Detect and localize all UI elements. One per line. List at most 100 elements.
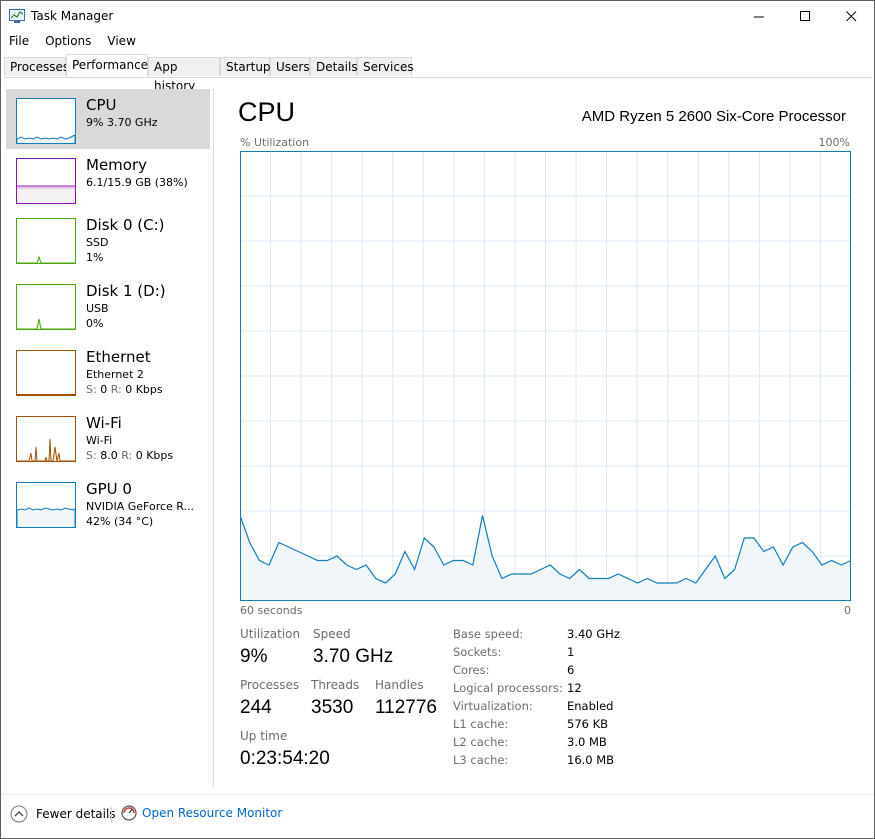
- sidebar-item-wifi[interactable]: Wi-Fi Wi-Fi S: 8.0 R: 0 Kbps: [6, 407, 210, 467]
- footer-divider: [1, 794, 874, 795]
- window-title: Task Manager: [31, 9, 114, 23]
- menu-file[interactable]: File: [1, 32, 37, 52]
- y-axis-label: % Utilization: [240, 136, 310, 149]
- sidebar-wifi-throughput: S: 8.0 R: 0 Kbps: [86, 449, 173, 462]
- minimize-icon: [753, 16, 764, 17]
- memory-thumbnail-graph: [16, 158, 76, 204]
- l3-cache-value: 16.0 MB: [567, 753, 615, 767]
- sidebar-ethernet-adapter: Ethernet 2: [86, 368, 144, 381]
- maximize-icon: [799, 10, 810, 21]
- speed-value: 3.70 GHz: [313, 646, 394, 667]
- maximize-button[interactable]: [782, 1, 828, 31]
- l1-cache-value: 576 KB: [567, 717, 609, 731]
- sidebar-gpu-usage: 42% (34 °C): [86, 515, 154, 528]
- sidebar-item-ethernet[interactable]: Ethernet Ethernet 2 S: 0 R: 0 Kbps: [6, 341, 210, 401]
- sidebar-item-cpu[interactable]: CPU 9% 3.70 GHz: [6, 89, 210, 149]
- virtualization-value: Enabled: [567, 699, 614, 713]
- wifi-receive-value: 0 Kbps: [135, 449, 174, 462]
- ethernet-receive-label: R:: [110, 383, 122, 396]
- threads-label: Threads: [311, 678, 360, 692]
- processor-name: AMD Ryzen 5 2600 Six-Core Processor: [581, 108, 846, 125]
- l1-cache-label: L1 cache:: [453, 717, 509, 731]
- sidebar-wifi-adapter: Wi-Fi: [86, 434, 113, 447]
- base-speed-label: Base speed:: [453, 627, 524, 641]
- sidebar-disk-0-usage: 1%: [86, 251, 104, 264]
- graph-grid: [240, 151, 851, 601]
- wifi-receive-label: R:: [121, 449, 133, 462]
- cores-value: 6: [567, 663, 575, 677]
- sidebar-disk-0-type: SSD: [86, 236, 109, 249]
- logical-processors-value: 12: [567, 681, 582, 695]
- sidebar-disk-1-usage: 0%: [86, 317, 104, 330]
- virtualization-label: Virtualization:: [453, 699, 533, 713]
- tab-details[interactable]: Details: [310, 57, 358, 76]
- sidebar-cpu-title: CPU: [86, 96, 117, 114]
- resource-monitor-icon: [121, 805, 137, 821]
- tab-app-history[interactable]: App history: [148, 57, 220, 93]
- chevron-up-icon: [10, 805, 28, 823]
- minimize-button[interactable]: [736, 1, 782, 31]
- base-speed-value: 3.40 GHz: [567, 627, 620, 641]
- utilization-label: Utilization: [240, 627, 301, 641]
- sidebar-disk-0-title: Disk 0 (C:): [86, 216, 165, 234]
- close-button[interactable]: [828, 1, 874, 31]
- handles-value: 112776: [375, 697, 437, 718]
- sidebar-gpu-title: GPU 0: [86, 480, 132, 498]
- threads-value: 3530: [311, 697, 354, 718]
- ethernet-receive-value: 0 Kbps: [125, 383, 163, 396]
- logical-processors-label: Logical processors:: [453, 681, 563, 695]
- sidebar-item-gpu-0[interactable]: GPU 0 NVIDIA GeForce R... 42% (34 °C): [6, 473, 210, 533]
- cores-label: Cores:: [453, 663, 490, 677]
- title-bar: Task Manager: [1, 1, 874, 31]
- sidebar-gpu-model: NVIDIA GeForce R...: [86, 500, 195, 513]
- ethernet-send-value: 0: [100, 383, 108, 396]
- disk-0-thumbnail-graph: [16, 218, 76, 264]
- uptime-label: Up time: [240, 729, 288, 743]
- tab-users[interactable]: Users: [270, 57, 310, 76]
- sidebar-disk-1-title: Disk 1 (D:): [86, 282, 166, 300]
- sidebar-memory-detail: 6.1/15.9 GB (38%): [86, 176, 188, 189]
- tab-processes[interactable]: Processes: [4, 57, 69, 76]
- utilization-value: 9%: [240, 646, 268, 667]
- ethernet-thumbnail-graph: [16, 350, 76, 396]
- ethernet-send-label: S:: [86, 383, 97, 396]
- cpu-utilization-graph: [240, 151, 851, 601]
- y-axis-max-label: 100%: [818, 136, 850, 149]
- open-resource-monitor-link[interactable]: Open Resource Monitor: [121, 805, 282, 821]
- tab-performance[interactable]: Performance: [66, 54, 148, 77]
- wifi-send-value: 8.0: [100, 449, 118, 462]
- sidebar-ethernet-title: Ethernet: [86, 348, 151, 366]
- fewer-details-button[interactable]: Fewer details: [10, 805, 116, 823]
- footer-bar: Fewer details Open Resource Monitor: [1, 797, 874, 833]
- disk-1-thumbnail-graph: [16, 284, 76, 330]
- gpu-thumbnail-graph: [16, 482, 76, 528]
- sidebar-separator: [213, 89, 214, 787]
- speed-label: Speed: [313, 627, 351, 641]
- resource-sidebar: CPU 9% 3.70 GHz Memory 6.1/15.9 GB (38%)…: [6, 89, 211, 789]
- menu-bar: File Options View: [1, 32, 144, 52]
- sockets-value: 1: [567, 645, 575, 659]
- open-resource-monitor-label: Open Resource Monitor: [142, 806, 283, 820]
- sockets-label: Sockets:: [453, 645, 502, 659]
- sidebar-item-disk-0[interactable]: Disk 0 (C:) SSD 1%: [6, 209, 210, 269]
- fewer-details-label: Fewer details: [36, 807, 116, 821]
- task-manager-window: Task Manager File Options View Processes…: [0, 0, 875, 839]
- sidebar-wifi-title: Wi-Fi: [86, 414, 122, 432]
- l2-cache-value: 3.0 MB: [567, 735, 607, 749]
- sidebar-item-memory[interactable]: Memory 6.1/15.9 GB (38%): [6, 149, 210, 209]
- sidebar-ethernet-throughput: S: 0 R: 0 Kbps: [86, 383, 163, 396]
- footer-separator: [111, 807, 112, 823]
- wifi-thumbnail-graph: [16, 416, 76, 462]
- tab-strip: Processes Performance App history Startu…: [4, 54, 872, 93]
- tab-startup[interactable]: Startup: [220, 57, 271, 76]
- menu-options[interactable]: Options: [37, 32, 99, 52]
- menu-view[interactable]: View: [99, 32, 143, 52]
- sidebar-item-disk-1[interactable]: Disk 1 (D:) USB 0%: [6, 275, 210, 335]
- wifi-send-label: S:: [86, 449, 97, 462]
- sidebar-disk-1-type: USB: [86, 302, 109, 315]
- close-icon: [845, 10, 856, 21]
- x-axis-min-label: 0: [844, 604, 851, 617]
- tab-services[interactable]: Services: [357, 57, 414, 76]
- sidebar-cpu-detail: 9% 3.70 GHz: [86, 116, 158, 129]
- page-title: CPU: [238, 97, 296, 127]
